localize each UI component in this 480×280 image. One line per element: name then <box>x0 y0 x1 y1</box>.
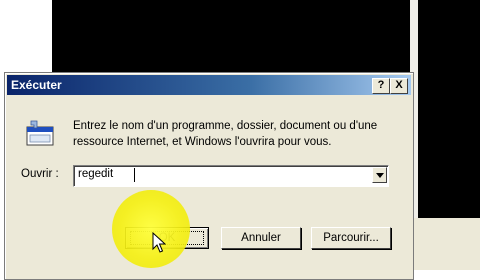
run-dialog: Exécuter ? X Entrez le nom d'un programm… <box>4 72 414 280</box>
run-program-icon <box>23 119 57 149</box>
chevron-down-icon <box>376 173 384 178</box>
mouse-pointer-icon <box>152 231 167 259</box>
description-line-2: ressource Internet, et Windows l'ouvrira… <box>73 136 332 148</box>
dropdown-button[interactable] <box>372 167 387 183</box>
close-button[interactable]: X <box>390 78 408 94</box>
click-highlight <box>112 190 190 268</box>
text-caret <box>134 168 135 182</box>
help-button[interactable]: ? <box>372 78 390 94</box>
open-input[interactable]: regedit <box>78 168 113 180</box>
description-line-1: Entrez le nom d'un programme, dossier, d… <box>73 120 378 132</box>
title-bar[interactable]: Exécuter ? X <box>7 75 411 95</box>
open-label: Ouvrir : <box>21 168 59 180</box>
open-combobox[interactable]: regedit <box>73 165 389 187</box>
browse-button[interactable]: Parcourir... <box>311 227 391 249</box>
background-taskbar-strip <box>410 218 480 270</box>
dialog-title: Exécuter <box>11 78 62 92</box>
cancel-button[interactable]: Annuler <box>221 227 301 249</box>
run-description: Entrez le nom d'un programme, dossier, d… <box>73 118 403 150</box>
